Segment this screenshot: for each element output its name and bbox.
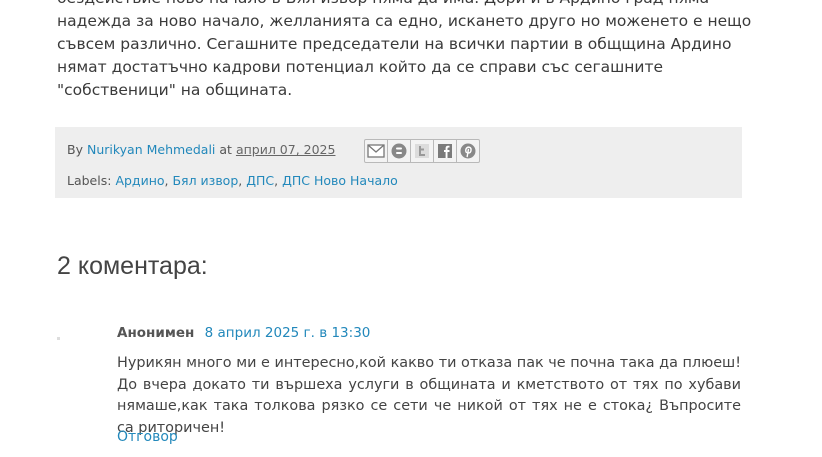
post-byline: By Nurikyan Mehmedali at април 07, 2025 — [67, 142, 335, 157]
label-link-byal-izvor[interactable]: Бял извор — [172, 173, 238, 188]
pinterest-icon — [460, 143, 476, 159]
label-separator: , — [274, 173, 279, 188]
label-link-dps[interactable]: ДПС — [246, 173, 274, 188]
by-label: By — [67, 142, 83, 157]
pinterest-share-button[interactable] — [456, 139, 480, 163]
author-link[interactable]: Nurikyan Mehmedali — [87, 142, 215, 157]
labels-prefix: Labels: — [67, 173, 112, 188]
reply-link[interactable]: Отговор — [117, 429, 178, 445]
blogger-icon — [391, 143, 407, 159]
label-separator: , — [238, 173, 243, 188]
twitter-share-button[interactable] — [410, 139, 434, 163]
label-separator: , — [164, 173, 169, 188]
label-link-ardino[interactable]: Ардино — [115, 173, 164, 188]
email-icon — [367, 144, 385, 158]
post-body: бездействие ново начало в Бял извор няма… — [57, 0, 757, 102]
facebook-icon — [438, 144, 452, 158]
email-share-button[interactable] — [364, 139, 388, 163]
blogger-share-button[interactable] — [387, 139, 411, 163]
comment-header: Анонимен 8 април 2025 г. в 13:30 — [117, 325, 370, 341]
avatar — [57, 337, 60, 340]
share-buttons — [364, 139, 480, 163]
label-link-dps-novo-nachalo[interactable]: ДПС Ново Начало — [282, 173, 398, 188]
post-labels: Labels: Ардино, Бял извор, ДПС, ДПС Ново… — [67, 173, 398, 188]
comments-title: 2 коментара: — [57, 252, 208, 280]
post-footer: By Nurikyan Mehmedali at април 07, 2025 — [55, 127, 742, 198]
twitter-icon — [415, 144, 429, 158]
facebook-share-button[interactable] — [433, 139, 457, 163]
comment-author: Анонимен — [117, 325, 195, 341]
comment-date-link[interactable]: 8 април 2025 г. в 13:30 — [205, 325, 371, 341]
post-paragraph: бездействие ново начало в Бял извор няма… — [57, 0, 752, 99]
post-timestamp[interactable]: април 07, 2025 — [236, 142, 336, 157]
comment-text: Нурикян много ми е интересно,кой какво т… — [117, 355, 741, 436]
at-label: at — [219, 142, 232, 157]
